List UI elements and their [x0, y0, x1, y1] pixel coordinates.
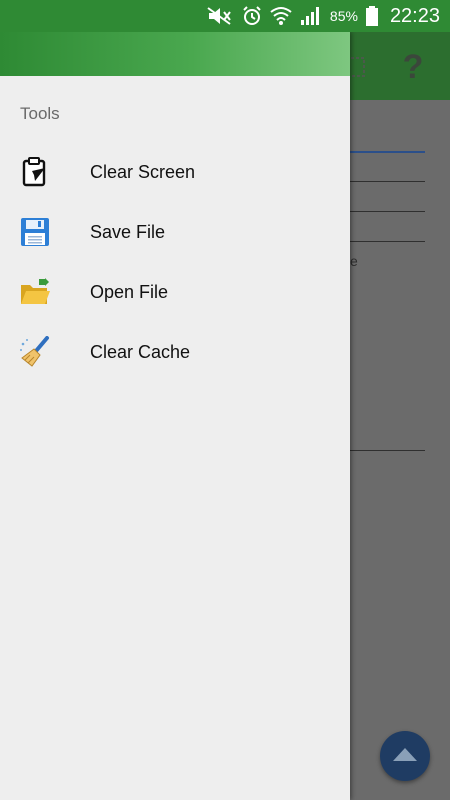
navigation-drawer: Tools Clear Screen Save File Open File C…	[0, 32, 350, 800]
divider	[350, 181, 425, 182]
wifi-icon	[270, 6, 292, 26]
divider	[350, 211, 425, 212]
clipboard-icon	[18, 155, 52, 189]
menu-item-open-file[interactable]: Open File	[0, 262, 350, 322]
divider	[350, 450, 425, 451]
battery-icon	[365, 6, 378, 26]
menu-item-label: Clear Cache	[90, 341, 191, 362]
divider	[350, 241, 425, 242]
screen: 85% 22:23 ? e Tools Clear Screen Save Fi…	[0, 0, 450, 800]
open-folder-icon	[18, 275, 52, 309]
chevron-up-icon	[391, 745, 419, 768]
menu-item-clear-screen[interactable]: Clear Screen	[0, 142, 350, 202]
battery-percentage: 85%	[329, 8, 358, 24]
section-title: Tools	[20, 104, 60, 123]
status-bar: 85% 22:23	[0, 0, 450, 32]
divider	[350, 151, 425, 153]
menu-item-save-file[interactable]: Save File	[0, 202, 350, 262]
mute-icon	[206, 6, 234, 26]
menu-item-label: Clear Screen	[90, 161, 196, 182]
clock: 22:23	[389, 4, 440, 27]
help-button[interactable]: ?	[398, 48, 428, 86]
partial-text: e	[350, 253, 358, 269]
menu-item-clear-cache[interactable]: Clear Cache	[0, 322, 350, 382]
menu-item-label: Open File	[90, 281, 169, 302]
floppy-disk-icon	[18, 215, 52, 249]
menu-item-label: Save File	[90, 221, 166, 242]
drawer-header	[0, 32, 350, 76]
menu-list: Clear Screen Save File Open File Clear C…	[0, 142, 350, 382]
broom-icon	[18, 335, 52, 369]
scroll-up-button[interactable]	[380, 731, 430, 781]
alarm-icon	[242, 6, 262, 26]
signal-icon	[300, 6, 322, 26]
